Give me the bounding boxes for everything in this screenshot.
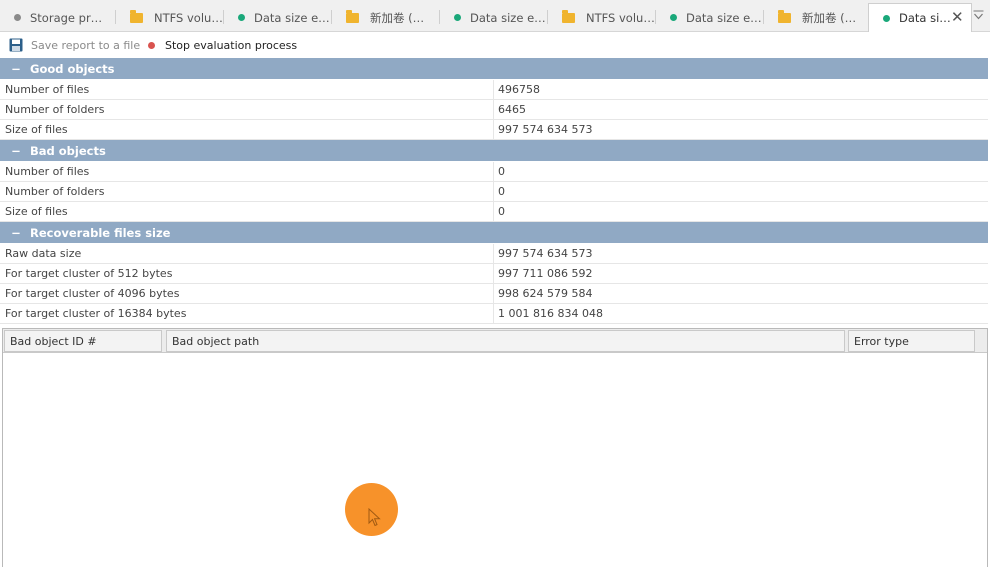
row-value: 997 574 634 573 (498, 247, 593, 260)
row-value: 496758 (498, 83, 540, 96)
tab-storage-provider[interactable]: Storage pr… (0, 4, 116, 31)
report-row: For target cluster of 16384 bytes 1 001 … (0, 304, 988, 324)
tab-data-size-evaluation[interactable]: Data size e… (224, 4, 332, 31)
row-value: 997 711 086 592 (498, 267, 593, 280)
tab-ntfs-volume[interactable]: NTFS volu… (548, 4, 656, 31)
green-dot-icon (454, 14, 461, 21)
tab-data-size-active[interactable]: Data si… ✕ (868, 3, 972, 32)
gray-dot-icon (14, 14, 21, 21)
row-value: 6465 (498, 103, 526, 116)
tab-label: NTFS volu… (586, 10, 655, 25)
save-report-label: Save report to a file (31, 38, 141, 52)
tab-label: NTFS volu… (154, 10, 223, 25)
column-header-bad-object-id[interactable]: Bad object ID # (4, 330, 162, 352)
tab-label: 新加卷 (… (370, 10, 425, 25)
bad-objects-list[interactable]: Bad object ID # Bad object path Error ty… (2, 328, 988, 567)
tab-label: Data si… (899, 11, 951, 25)
row-value: 0 (498, 185, 505, 198)
folder-icon (562, 9, 575, 23)
tab-data-size-evaluation[interactable]: Data size e… (656, 4, 764, 31)
folder-icon (778, 9, 791, 23)
tab-strip: Storage pr… NTFS volu… Data size e… 新加卷 … (0, 0, 990, 32)
row-value: 0 (498, 205, 505, 218)
row-value: 998 624 579 584 (498, 287, 593, 300)
report-row: For target cluster of 4096 bytes 998 624… (0, 284, 988, 304)
row-value: 1 001 816 834 048 (498, 307, 603, 320)
section-title: Bad objects (30, 143, 106, 158)
row-label: Number of folders (0, 100, 494, 119)
tab-label: 新加卷 (… (802, 10, 857, 25)
row-value: 997 574 634 573 (498, 123, 593, 136)
tab-label: Storage pr… (30, 10, 103, 25)
row-label: For target cluster of 16384 bytes (0, 304, 494, 323)
tab-label: Data size e… (686, 10, 762, 25)
save-report-button[interactable]: Save report to a file (9, 32, 140, 58)
green-dot-icon (883, 14, 890, 22)
list-header: Bad object ID # Bad object path Error ty… (3, 329, 987, 353)
tab-new-volume[interactable]: 新加卷 (… (764, 4, 868, 31)
section-header-bad-objects[interactable]: − Bad objects (0, 140, 988, 162)
row-label: For target cluster of 4096 bytes (0, 284, 494, 303)
tab-list-dropdown-icon[interactable] (973, 10, 984, 21)
save-icon (9, 38, 23, 52)
collapse-icon[interactable]: − (10, 226, 22, 240)
report-row: Number of files 496758 (0, 80, 988, 100)
section-header-good-objects[interactable]: − Good objects (0, 58, 988, 80)
tab-data-size-evaluation[interactable]: Data size e… (440, 4, 548, 31)
stop-icon (148, 41, 155, 49)
stop-evaluation-label: Stop evaluation process (165, 38, 298, 52)
row-label: Size of files (0, 120, 494, 139)
row-label: Number of files (0, 80, 494, 99)
report-row: Size of files 0 (0, 202, 988, 222)
report-row: Size of files 997 574 634 573 (0, 120, 988, 140)
report-row: Number of folders 0 (0, 182, 988, 202)
stop-evaluation-button[interactable]: Stop evaluation process (148, 32, 297, 58)
row-label: For target cluster of 512 bytes (0, 264, 494, 283)
collapse-icon[interactable]: − (10, 144, 22, 158)
section-header-recoverable-files-size[interactable]: − Recoverable files size (0, 222, 988, 244)
tab-label: Data size e… (254, 10, 330, 25)
section-title: Recoverable files size (30, 225, 171, 240)
report-row: Number of folders 6465 (0, 100, 988, 120)
collapse-icon[interactable]: − (10, 62, 22, 76)
green-dot-icon (670, 14, 677, 21)
row-label: Number of files (0, 162, 494, 181)
row-value: 0 (498, 165, 505, 178)
tab-ntfs-volume[interactable]: NTFS volu… (116, 4, 224, 31)
column-header-bad-object-path[interactable]: Bad object path (166, 330, 845, 352)
close-icon[interactable]: ✕ (951, 10, 964, 25)
row-label: Number of folders (0, 182, 494, 201)
section-title: Good objects (30, 61, 115, 76)
report-grid: − Good objects Number of files 496758 Nu… (0, 58, 988, 324)
report-row: Number of files 0 (0, 162, 988, 182)
mouse-pointer-icon (368, 508, 381, 527)
row-label: Size of files (0, 202, 494, 221)
report-row: Raw data size 997 574 634 573 (0, 244, 988, 264)
tab-label: Data size e… (470, 10, 546, 25)
column-header-error-type[interactable]: Error type (848, 330, 975, 352)
row-label: Raw data size (0, 244, 494, 263)
report-row: For target cluster of 512 bytes 997 711 … (0, 264, 988, 284)
folder-icon (130, 9, 143, 23)
folder-icon (346, 9, 359, 23)
toolbar: Save report to a file Stop evaluation pr… (0, 32, 990, 58)
green-dot-icon (238, 14, 245, 21)
tab-new-volume[interactable]: 新加卷 (… (332, 4, 440, 31)
